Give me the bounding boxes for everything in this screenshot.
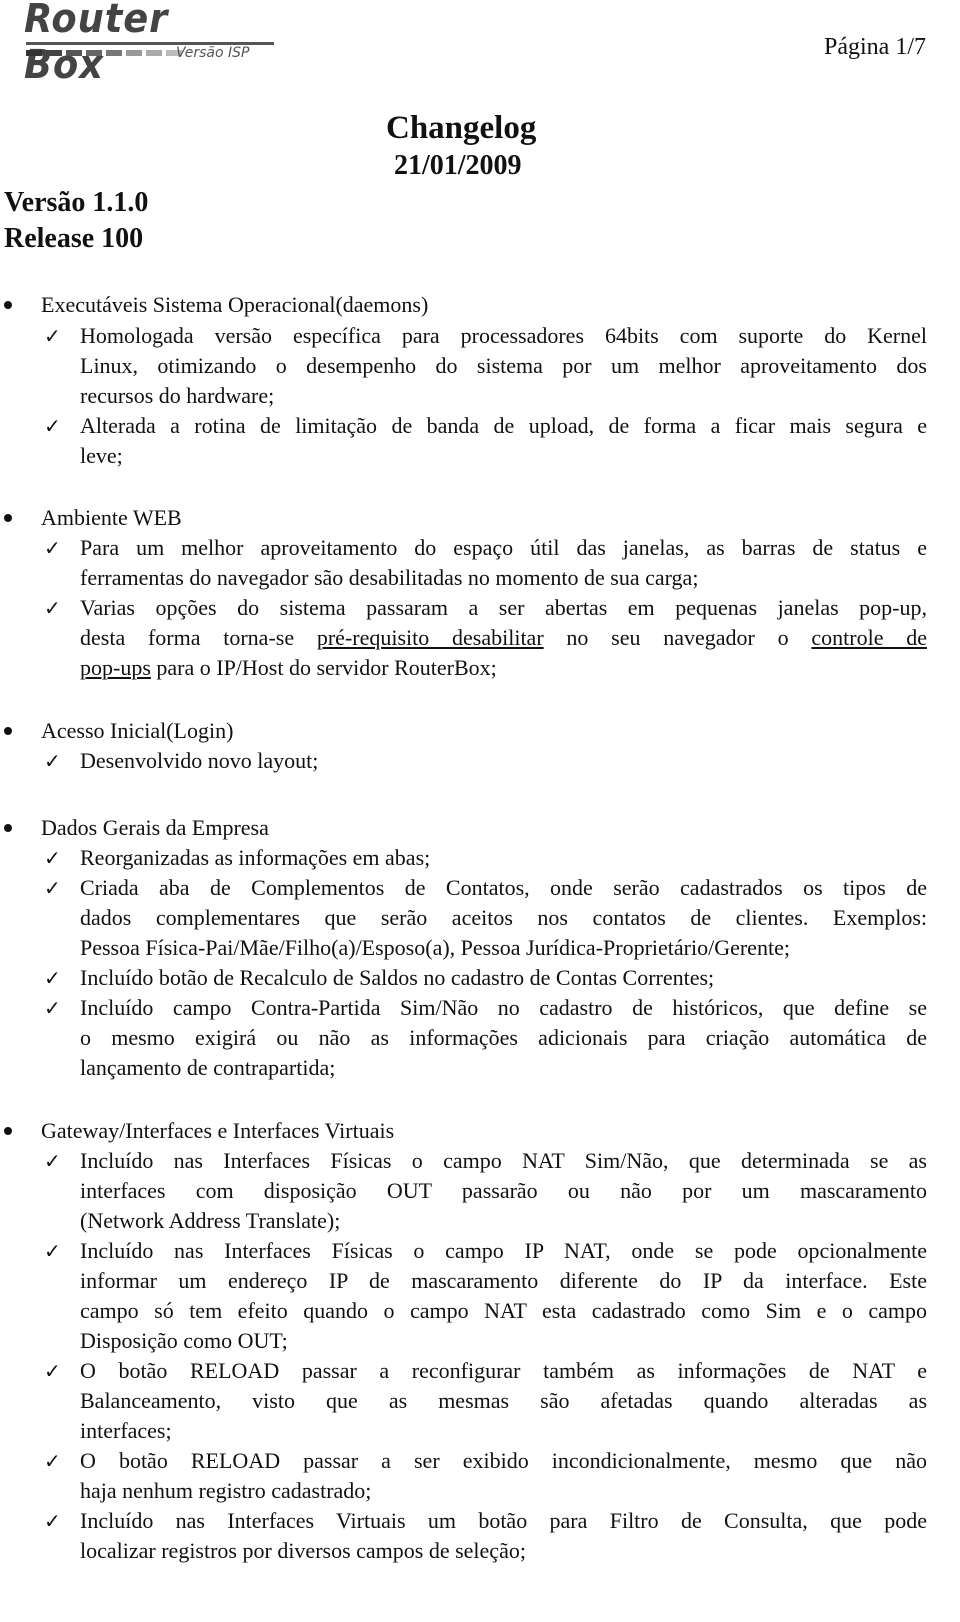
- checkmark-icon: ✓: [44, 1449, 61, 1473]
- checkmark-icon: ✓: [44, 1359, 61, 1383]
- document-title: Changelog: [386, 110, 537, 146]
- list-item-line: O botão RELOAD passar a ser exibido inco…: [80, 1448, 927, 1473]
- version-label: Versão 1.1.0: [4, 187, 149, 218]
- list-item-line: localizar registros por diversos campos …: [80, 1538, 526, 1563]
- list-item-line: campo só tem efeito quando o campo NAT e…: [80, 1298, 927, 1323]
- list-item-line: lançamento de contrapartida;: [80, 1055, 336, 1080]
- list-item-line: haja nenhum registro cadastrado;: [80, 1478, 372, 1503]
- list-item-line: Alterada a rotina de limitação de banda …: [80, 413, 927, 438]
- page-number: Página 1/7: [824, 34, 926, 60]
- logo-subtitle: Versão ISP: [176, 45, 250, 61]
- section-title: Ambiente WEB: [41, 505, 182, 530]
- list-item-line: interfaces com disposição OUT passarão o…: [80, 1178, 927, 1203]
- checkmark-icon: ✓: [44, 1509, 61, 1533]
- checkmark-icon: ✓: [44, 596, 61, 620]
- checkmark-icon: ✓: [44, 749, 61, 773]
- list-item-line: Pessoa Física-Pai/Mãe/Filho(a)/Esposo(a)…: [80, 935, 790, 960]
- list-item-line: o mesmo exigirá ou não as informações ad…: [80, 1025, 927, 1050]
- bullet-icon: [4, 301, 12, 309]
- list-item-line: Para um melhor aproveitamento do espaço …: [80, 535, 927, 560]
- list-item-line: Incluído campo Contra-Partida Sim/Não no…: [80, 995, 927, 1020]
- text-span: no seu navegador o: [543, 625, 812, 650]
- document-date: 21/01/2009: [394, 150, 522, 181]
- bullet-icon: [4, 824, 12, 832]
- bullet-icon: [4, 514, 12, 522]
- checkmark-icon: ✓: [44, 324, 61, 348]
- list-item-line: leve;: [80, 443, 123, 468]
- checkmark-icon: ✓: [44, 1149, 61, 1173]
- emphasis-underline: pré-requisito desabilitar: [316, 625, 544, 650]
- list-item-line: Incluído botão de Recalculo de Saldos no…: [80, 965, 715, 990]
- list-item-line: recursos do hardware;: [80, 383, 275, 408]
- list-item-line: Balanceamento, visto que as mesmas são a…: [80, 1388, 927, 1413]
- list-item-line: pop-ups para o IP/Host do servidor Route…: [80, 653, 927, 683]
- list-item-line: Homologada versão específica para proces…: [80, 323, 927, 348]
- checkmark-icon: ✓: [44, 966, 61, 990]
- bullet-icon: [4, 1127, 12, 1135]
- list-item-line: Desenvolvido novo layout;: [80, 748, 319, 773]
- list-item-line: dados complementares que serão aceitos n…: [80, 905, 927, 930]
- version-block: Versão 1.1.0 Release 100: [4, 185, 148, 257]
- bullet-icon: [4, 727, 12, 735]
- list-item-line: ferramentas do navegador são desabilitad…: [80, 565, 699, 590]
- checkmark-icon: ✓: [44, 996, 61, 1020]
- list-item-line: O botão RELOAD passar a reconfigurar tam…: [80, 1358, 927, 1383]
- list-item-line: Reorganizadas as informações em abas;: [80, 845, 431, 870]
- checkmark-icon: ✓: [44, 846, 61, 870]
- emphasis-underline: pop-ups: [80, 655, 151, 680]
- release-label: Release 100: [4, 223, 144, 254]
- checkmark-icon: ✓: [44, 1239, 61, 1263]
- list-item-line: desta forma torna-se pré-requisito desab…: [80, 623, 927, 653]
- list-item-line: (Network Address Translate);: [80, 1208, 341, 1233]
- logo-dashes: [26, 50, 182, 56]
- checkmark-icon: ✓: [44, 876, 61, 900]
- section-title: Gateway/Interfaces e Interfaces Virtuais: [41, 1118, 395, 1143]
- list-item-line: Incluído nas Interfaces Físicas o campo …: [80, 1148, 927, 1173]
- list-item-line: interfaces;: [80, 1418, 172, 1443]
- list-item-line: Incluído nas Interfaces Virtuais um botã…: [80, 1508, 927, 1533]
- text-span: para o IP/Host do servidor RouterBox;: [150, 655, 497, 680]
- list-item-line: Varias opções do sistema passaram a ser …: [80, 595, 927, 620]
- list-item-line: Incluído nas Interfaces Físicas o campo …: [80, 1238, 927, 1263]
- text-span: desta forma torna-se: [80, 625, 317, 650]
- section-title: Acesso Inicial(Login): [41, 718, 234, 743]
- checkmark-icon: ✓: [44, 414, 61, 438]
- list-item-line: informar um endereço IP de mascaramento …: [80, 1268, 927, 1293]
- emphasis-underline: controle de: [811, 625, 927, 650]
- section-title: Executáveis Sistema Operacional(daemons): [41, 292, 429, 317]
- section-title: Dados Gerais da Empresa: [41, 815, 269, 840]
- router-box-logo: Router Box Versão ISP: [24, 0, 274, 88]
- list-item-line: Disposição como OUT;: [80, 1328, 288, 1353]
- list-item-line: Linux, otimizando o desempenho do sistem…: [80, 353, 927, 378]
- checkmark-icon: ✓: [44, 536, 61, 560]
- list-item-line: Criada aba de Complementos de Contatos, …: [80, 875, 927, 900]
